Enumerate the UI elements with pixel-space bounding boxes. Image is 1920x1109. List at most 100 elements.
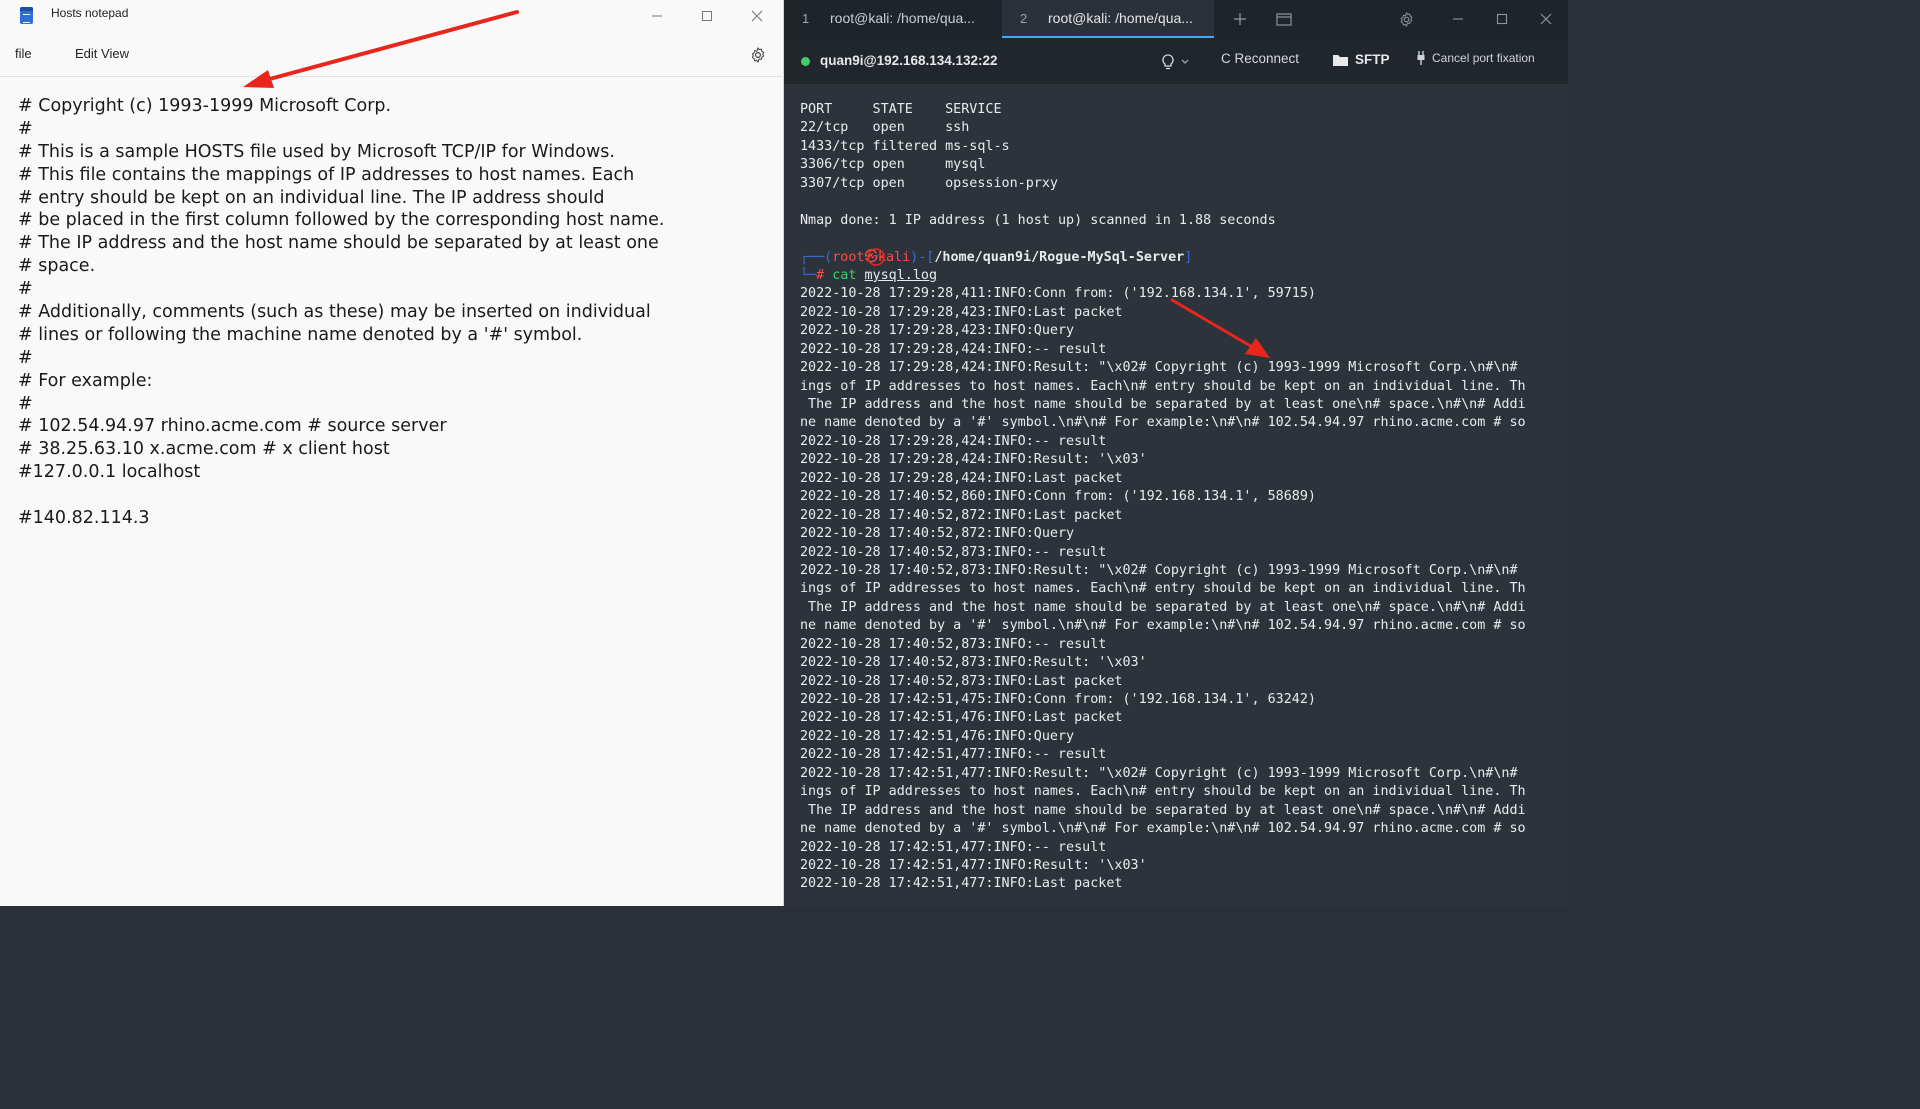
tab-2[interactable]: 2 root@kali: /home/qua... [1002,0,1214,38]
prompt-path: /home/quan9i/Rogue-MySql-Server [934,249,1185,265]
terminal-line: 2022-10-28 17:29:28,424:INFO:-- result [800,433,1107,449]
text-line: # lines or following the machine name de… [18,324,583,345]
prompt-host: kali [877,249,911,265]
text-line: # space. [18,256,96,277]
notepad-icon [20,7,33,24]
command-argument: mysql.log [864,267,938,283]
text-line: # For example: [18,370,153,391]
text-line: # 102.54.94.97 rhino.acme.com # source s… [18,416,447,437]
command: cat [832,267,857,283]
terminal-line: The IP address and the host name should … [800,802,1526,818]
text-line: # The IP address and the host name shoul… [18,233,659,254]
gear-icon [1400,11,1412,27]
minimize-icon [1453,18,1463,20]
minimize-button[interactable] [633,0,681,32]
sftp-button[interactable]: SFTP [1332,52,1390,67]
window-title: Hosts notepad [51,6,129,20]
prompt-separator: )-[ [910,249,935,265]
close-icon [1540,13,1552,25]
prompt-bracket: ] [1184,249,1193,265]
terminal-line: 2022-10-28 17:42:51,476:INFO:Query [800,728,1075,744]
prompt-prefix: └─ [800,267,817,283]
terminal-line: 2022-10-28 17:40:52,873:INFO:-- result [800,544,1107,560]
terminal-maximize-button[interactable] [1490,0,1514,38]
quick-command-button[interactable] [1162,52,1192,72]
menu-bar: file Edit View [0,36,784,72]
prompt-line: ┌──(root㉿kali)-[/home/quan9i/Rogue-MySql… [800,249,1560,267]
terminal-line: ne name denoted by a '#' symbol.\n#\n# F… [800,821,1526,837]
sftp-label: SFTP [1355,52,1390,67]
terminal-line: 2022-10-28 17:40:52,873:INFO:Result: '\x… [800,655,1147,671]
terminal-output[interactable]: PORT STATE SERVICE 22/tcp open ssh 1433/tc… [800,101,1560,894]
text-line: # Additionally, comments (such as these)… [18,302,651,323]
terminal-minimize-button[interactable] [1446,0,1470,38]
text-line: # 38.25.63.10 x.acme.com # x client host [18,439,390,460]
terminal-line: 2022-10-28 17:42:51,476:INFO:Last packet [800,710,1123,726]
session-header: quan9i@192.168.134.132:22 C Reconnect SF… [784,38,1568,84]
prompt-at: ㉿ [864,249,878,265]
prompt-hash: # [816,267,825,283]
terminal-line: 1433/tcp filtered ms-sql-s [800,138,1010,154]
close-button[interactable] [733,0,781,32]
cancel-port-label: Cancel port fixation [1432,51,1535,65]
new-tab-button[interactable] [1228,0,1252,38]
divider [0,76,784,77]
text-line: #127.0.0.1 localhost [18,462,201,483]
text-editor[interactable]: # Copyright (c) 1993-1999 Microsoft Corp… [18,95,778,530]
terminal-line: 2022-10-28 17:29:28,424:INFO:Last packet [800,470,1123,486]
close-icon [751,10,763,22]
reconnect-button[interactable]: C Reconnect [1221,51,1299,66]
tab-1[interactable]: 1 root@kali: /home/qua... [784,0,996,38]
terminal-line: 2022-10-28 17:40:52,872:INFO:Query [800,526,1075,542]
maximize-icon [702,11,712,21]
terminal-line: 2022-10-28 17:42:51,477:INFO:Result: '\x… [800,857,1147,873]
text-line: # [18,118,33,139]
prompt-user: root [832,249,865,265]
terminal-line: ings of IP addresses to host names. Each… [800,784,1526,800]
tab-number: 1 [802,11,810,26]
text-line [18,484,778,507]
text-line: # be placed in the first column followed… [18,210,665,231]
terminal-line: 2022-10-28 17:29:28,423:INFO:Query [800,323,1075,339]
maximize-button[interactable] [683,0,731,32]
connection-host: quan9i@192.168.134.132:22 [820,53,998,68]
terminal-window: 1 root@kali: /home/qua... 2 root@kali: /… [784,0,1568,906]
terminal-line: 2022-10-28 17:40:52,873:INFO:Last packet [800,673,1123,689]
terminal-line: 2022-10-28 17:40:52,873:INFO:-- result [800,636,1107,652]
terminal-line: 22/tcp open ssh [800,120,970,136]
text-line: # entry should be kept on an individual … [18,187,605,208]
text-line: # This is a sample HOSTS file used by Mi… [18,141,615,162]
terminal-close-button[interactable] [1534,0,1558,38]
terminal-line: ne name denoted by a '#' symbol.\n#\n# F… [800,618,1526,634]
command-line: └─# cat mysql.log [800,267,1560,285]
settings-button[interactable] [748,45,768,65]
terminal-line: 2022-10-28 17:29:28,424:INFO:Result: "\x… [800,360,1518,376]
tab-label: root@kali: /home/qua... [1048,10,1193,26]
notepad-titlebar: Hosts notepad [0,0,784,32]
plus-icon [1234,13,1246,25]
terminal-line: Nmap done: 1 IP address (1 host up) scan… [800,212,1276,228]
window-switch-button[interactable] [1272,0,1296,38]
text-line: # This file contains the mappings of IP … [18,164,635,185]
terminal-line: 2022-10-28 17:29:28,411:INFO:Conn from: … [800,286,1316,302]
windows-icon [1276,13,1292,26]
terminal-line: 2022-10-28 17:42:51,475:INFO:Conn from: … [800,692,1316,707]
terminal-line: 2022-10-28 17:29:28,424:INFO:-- result [800,341,1107,357]
terminal-line: 3307/tcp open opsession-prxy [800,175,1058,191]
terminal-line: ings of IP addresses to host names. Each… [800,581,1526,597]
lightbulb-icon [1162,54,1189,70]
terminal-line: 2022-10-28 17:40:52,873:INFO:Result: "\x… [800,562,1518,578]
notepad-window: Hosts notepad file Edit View # Copyright… [0,0,784,906]
cancel-port-button[interactable]: Cancel port fixation [1416,50,1535,66]
text-line: # [18,279,33,300]
tab-bar: 1 root@kali: /home/qua... 2 root@kali: /… [784,0,1568,38]
terminal-settings-button[interactable] [1394,0,1418,38]
terminal-line: 2022-10-28 17:40:52,872:INFO:Last packet [800,507,1123,523]
menu-edit-view[interactable]: Edit View [75,46,129,61]
menu-file[interactable]: file [15,46,32,61]
terminal-line: 2022-10-28 17:29:28,424:INFO:Result: '\x… [800,452,1147,468]
terminal-line: 2022-10-28 17:42:51,477:INFO:-- result [800,747,1107,763]
